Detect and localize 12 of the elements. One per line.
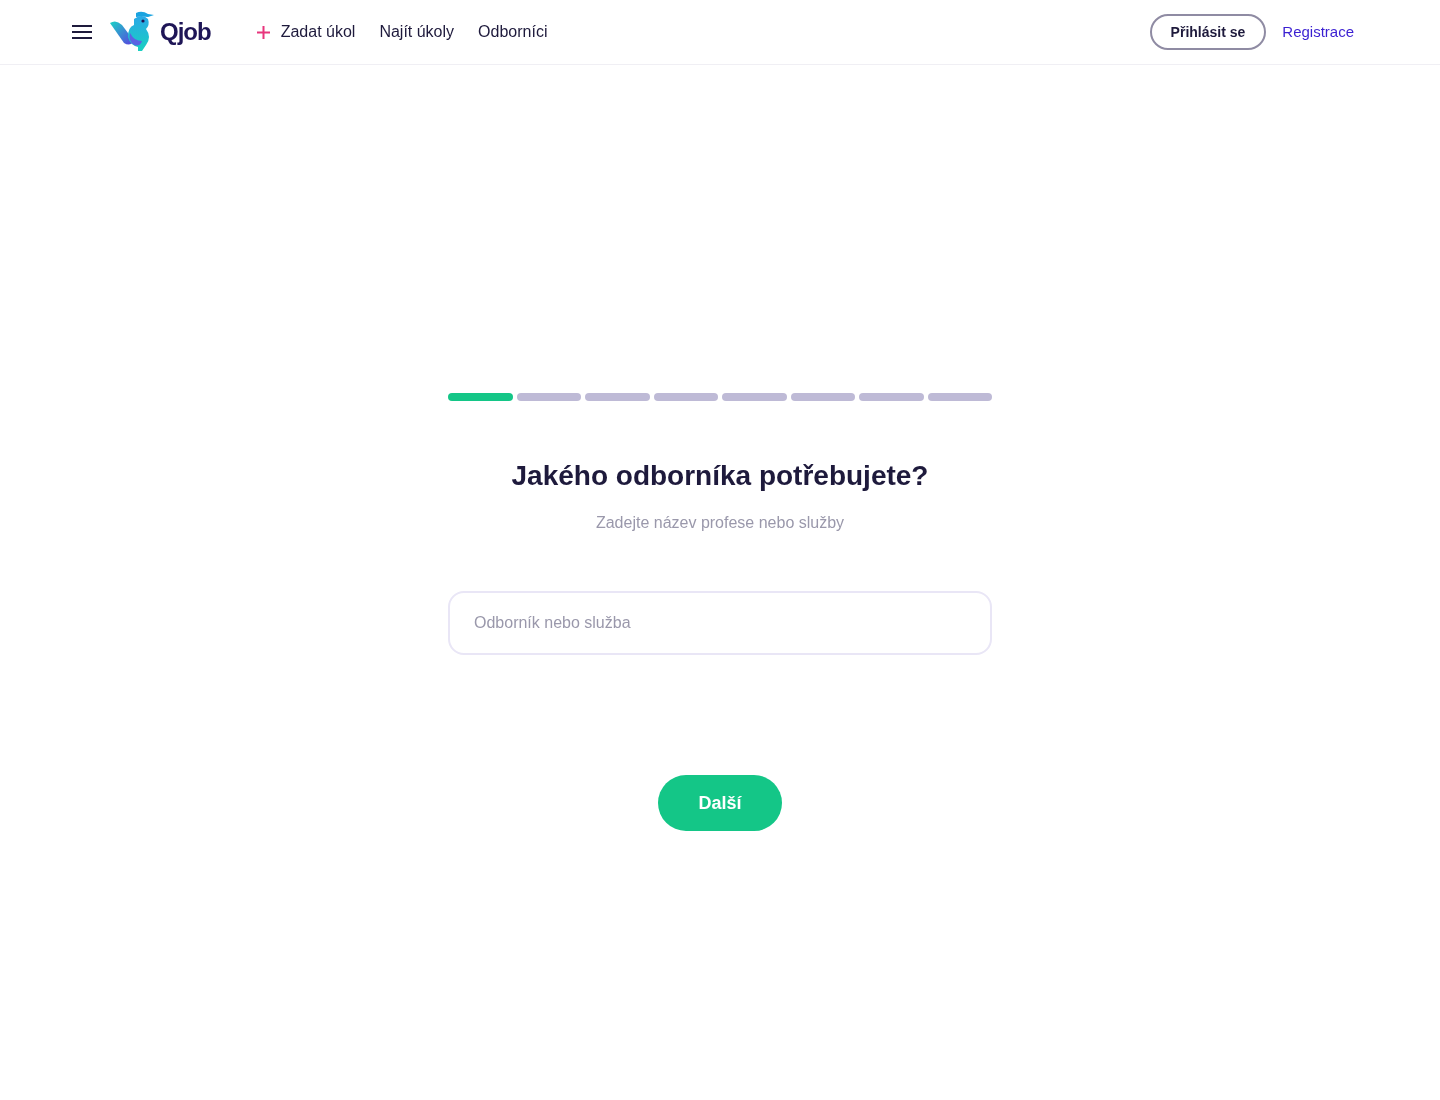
- nav-link[interactable]: Zadat úkol: [256, 20, 356, 44]
- login-button[interactable]: Přihlásit se: [1149, 14, 1267, 50]
- nav-link[interactable]: Odborníci: [478, 20, 548, 44]
- search-field[interactable]: Odborník nebo služba: [448, 591, 992, 655]
- question-subtitle: Zadejte název profese nebo služby: [595, 513, 845, 533]
- menu-icon[interactable]: [72, 25, 92, 39]
- bird-logo-icon: [110, 11, 156, 53]
- plus-icon: [256, 25, 270, 39]
- question-title: Jakého odborníka potřebujete?: [511, 459, 929, 493]
- nav-link[interactable]: Najít úkoly: [379, 20, 455, 44]
- register-link[interactable]: Registrace: [1282, 20, 1354, 44]
- logo-text[interactable]: Qjob: [160, 14, 211, 50]
